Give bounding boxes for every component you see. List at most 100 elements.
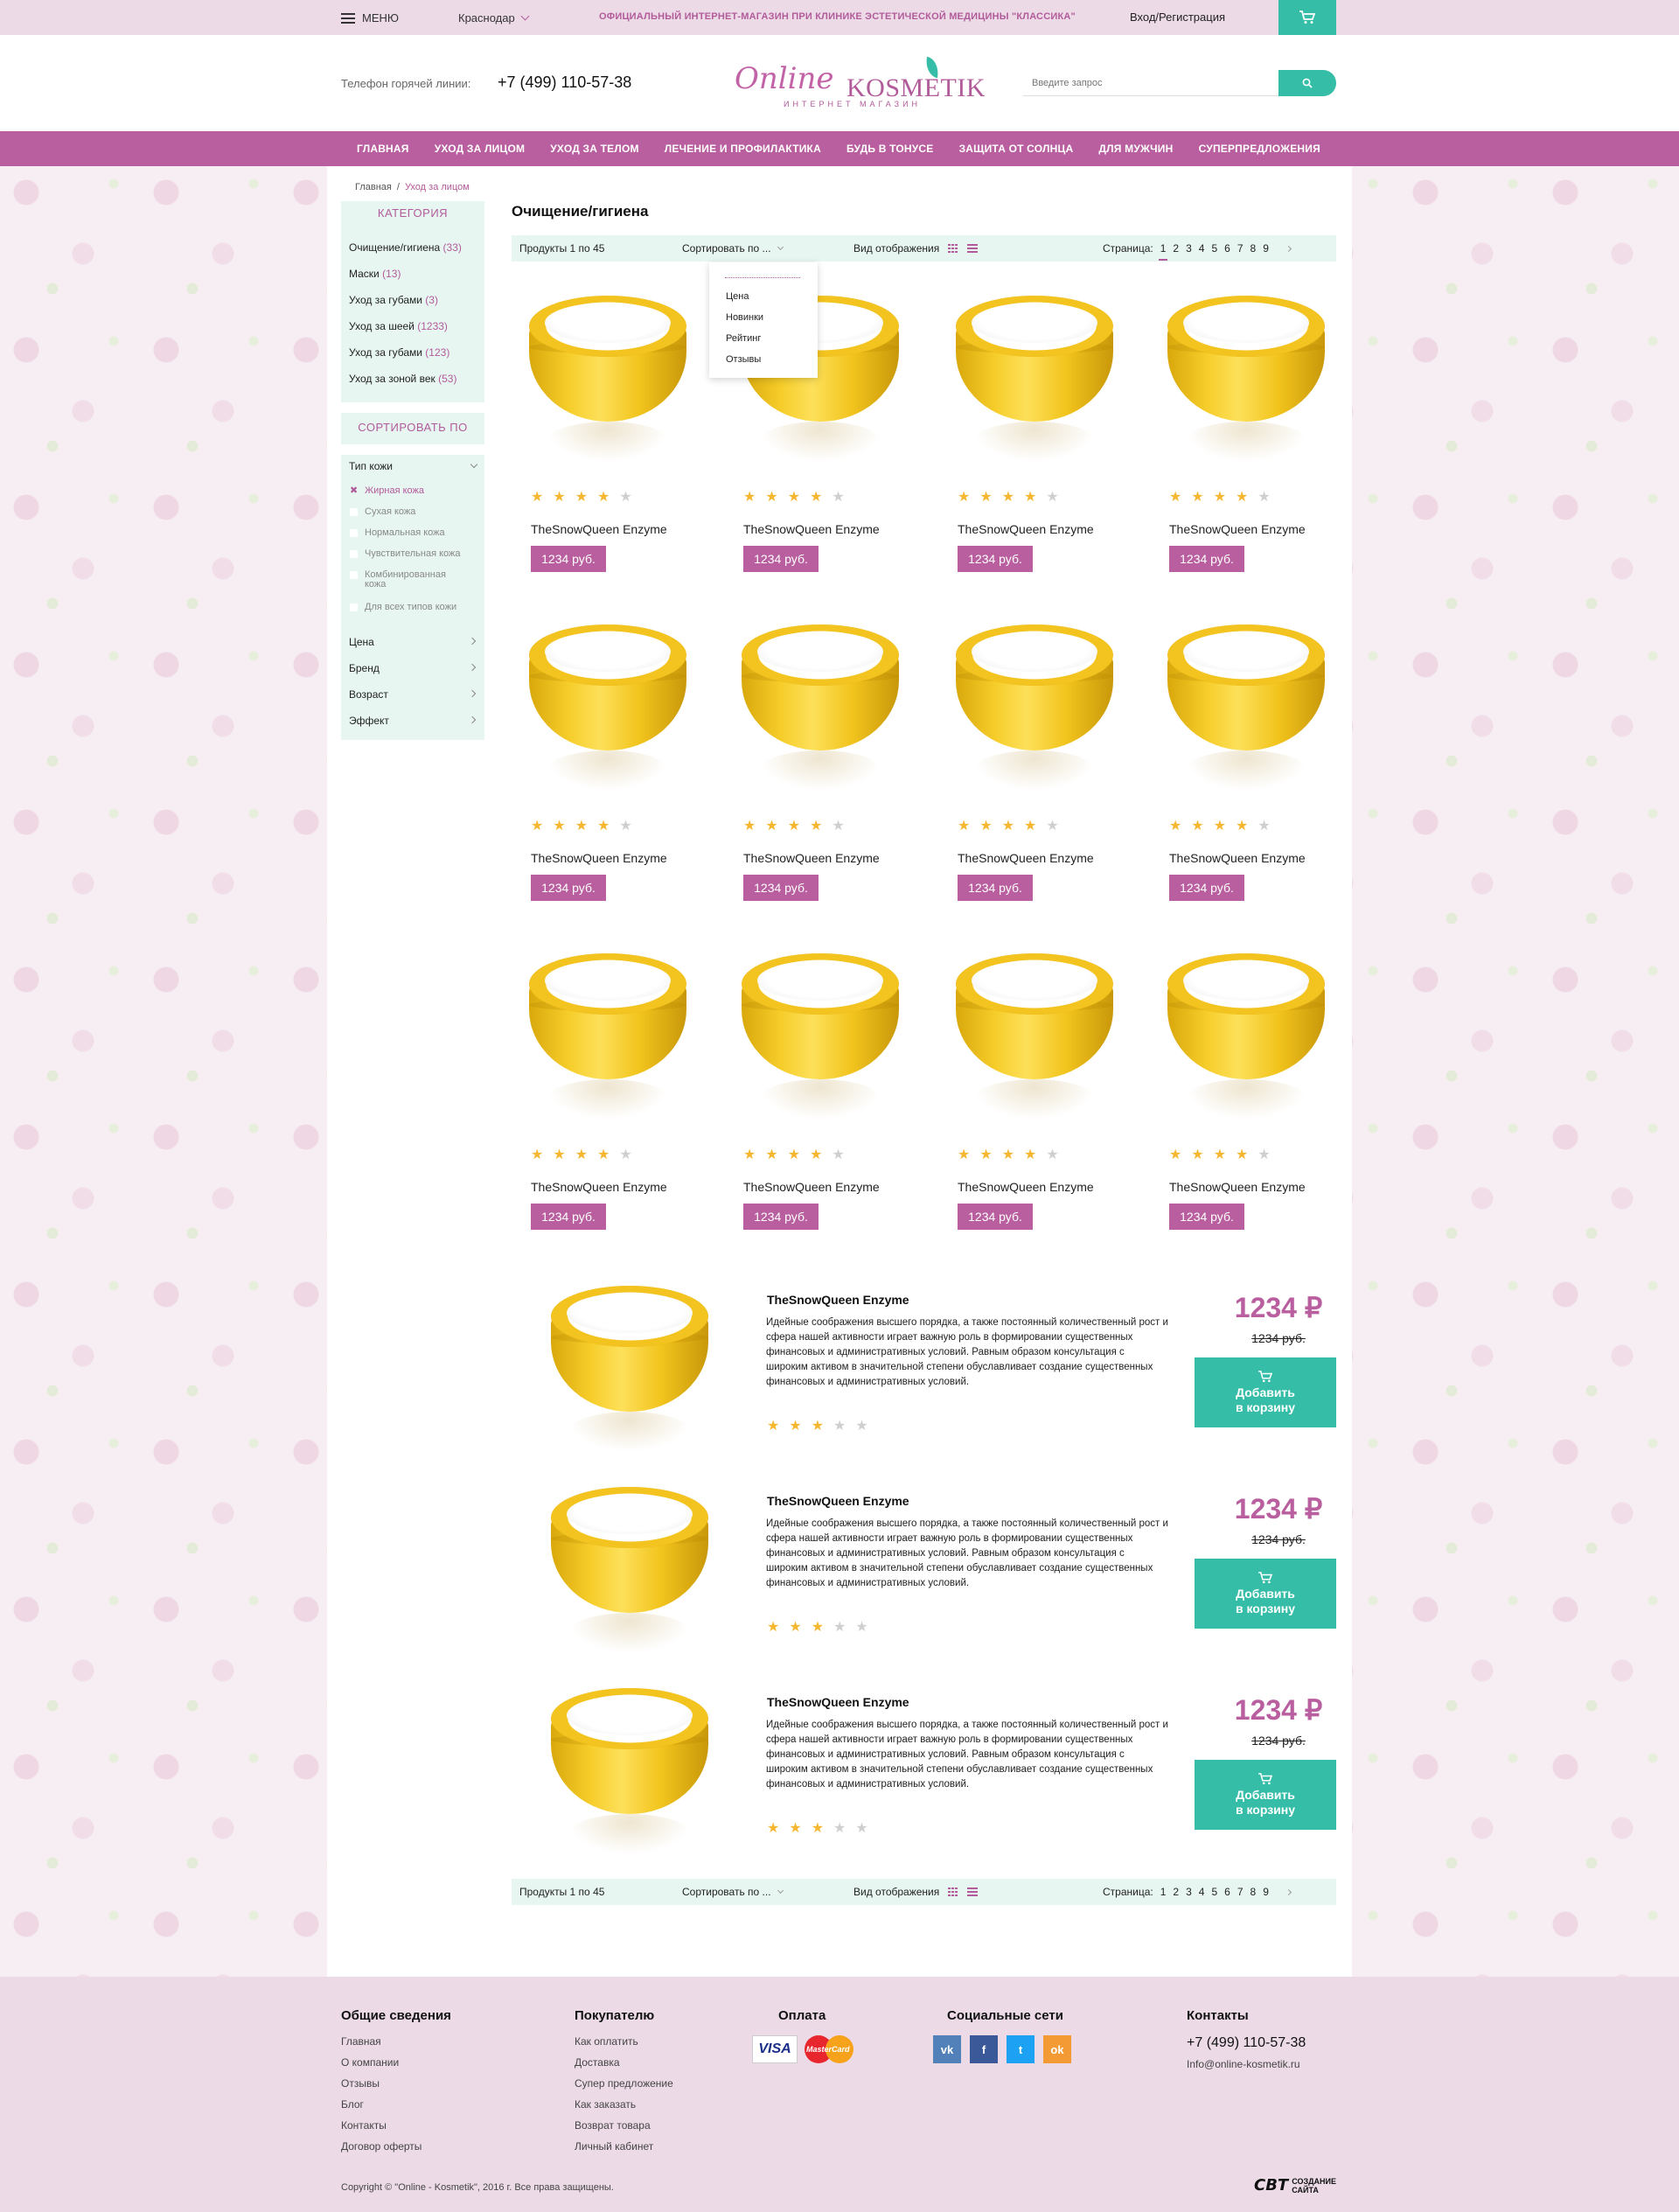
product-image[interactable] <box>529 953 686 1120</box>
product-name[interactable]: TheSnowQueen Enzyme <box>743 522 880 536</box>
product-price[interactable]: 1234 руб. <box>743 875 819 901</box>
footer-link[interactable]: Блог <box>341 2098 451 2119</box>
filter-brand[interactable]: Бренд <box>349 662 477 674</box>
grid-view-icon[interactable] <box>948 1888 959 1896</box>
product-image[interactable] <box>742 625 899 791</box>
footer-link[interactable]: Доставка <box>575 2056 673 2077</box>
product-image[interactable] <box>956 296 1113 462</box>
page-link[interactable]: 5 <box>1211 1886 1217 1898</box>
footer-link[interactable]: Договор оферты <box>341 2140 451 2161</box>
checkbox[interactable] <box>350 529 358 537</box>
product-price[interactable]: 1234 руб. <box>958 546 1033 572</box>
product-image[interactable] <box>956 625 1113 791</box>
sort-dropdown[interactable]: Сортировать по ... <box>682 1886 784 1898</box>
page-link[interactable]: 4 <box>1199 1886 1205 1898</box>
product-card[interactable]: ★ ★ ★ ★ ★ TheSnowQueen Enzyme 1234 руб. <box>512 953 686 1268</box>
nav-item-tone[interactable]: БУДЬ В ТОНУСЕ <box>846 143 933 155</box>
product-image[interactable] <box>1167 625 1325 791</box>
footer-link[interactable]: Контакты <box>341 2119 451 2140</box>
product-image[interactable] <box>742 953 899 1120</box>
page-link[interactable]: 2 <box>1173 242 1179 255</box>
nav-item-super-offers[interactable]: СУПЕРПРЕДЛОЖЕНИЯ <box>1199 143 1320 155</box>
product-name[interactable]: TheSnowQueen Enzyme <box>1169 522 1306 536</box>
product-price[interactable]: 1234 руб. <box>531 1204 606 1230</box>
filter-effect[interactable]: Эффект <box>349 715 477 727</box>
footer-link[interactable]: Главная <box>341 2035 451 2056</box>
product-price[interactable]: 1234 руб. <box>743 1204 819 1230</box>
breadcrumb-current[interactable]: Уход за лицом <box>405 182 470 192</box>
hotline-phone[interactable]: +7 (499) 110-57-38 <box>498 73 631 92</box>
product-image[interactable] <box>551 1688 708 1854</box>
checkbox[interactable] <box>350 550 358 558</box>
product-card[interactable]: ★ ★ ★ ★ ★ TheSnowQueen Enzyme 1234 руб. <box>512 296 686 611</box>
twitter-icon[interactable]: t <box>1007 2035 1035 2063</box>
filter-age[interactable]: Возраст <box>349 688 477 701</box>
page-link[interactable]: 4 <box>1199 242 1205 255</box>
nav-item-home[interactable]: ГЛАВНАЯ <box>357 143 409 155</box>
page-link[interactable]: 9 <box>1263 1886 1269 1898</box>
skin-option[interactable]: Чувствительная кожа <box>350 549 481 559</box>
product-card[interactable]: ★ ★ ★ ★ ★ TheSnowQueen Enzyme 1234 руб. <box>1150 296 1325 611</box>
product-price[interactable]: 1234 руб. <box>1169 546 1244 572</box>
page-link[interactable]: 9 <box>1263 242 1269 255</box>
category-item[interactable]: Уход за губами (123) <box>349 346 462 373</box>
page-link[interactable]: 6 <box>1224 1886 1230 1898</box>
product-name[interactable]: TheSnowQueen Enzyme <box>531 522 667 536</box>
list-view-icon[interactable] <box>967 244 979 253</box>
add-to-cart-button[interactable]: Добавить в корзину <box>1195 1357 1336 1427</box>
footer-link[interactable]: Супер предложение <box>575 2077 673 2098</box>
grid-view-icon[interactable] <box>948 244 959 253</box>
product-name[interactable]: TheSnowQueen Enzyme <box>1169 851 1306 865</box>
footer-link[interactable]: Возврат товара <box>575 2119 673 2140</box>
search-input[interactable] <box>1023 70 1278 96</box>
category-item[interactable]: Маски (13) <box>349 268 462 294</box>
category-item[interactable]: Уход за шеей (1233) <box>349 320 462 346</box>
list-view-icon[interactable] <box>967 1888 979 1896</box>
page-link[interactable]: 3 <box>1186 1886 1192 1898</box>
nav-item-face-care[interactable]: УХОД ЗА ЛИЦОМ <box>435 143 525 155</box>
site-logo[interactable]: Online KOSMETIK ИНТЕРНЕТ МАГАЗИН <box>735 54 986 115</box>
footer-link[interactable]: О компании <box>341 2056 451 2077</box>
filter-price[interactable]: Цена <box>349 636 477 648</box>
product-image[interactable] <box>529 296 686 462</box>
category-item[interactable]: Уход за зоной век (53) <box>349 373 462 399</box>
product-image[interactable] <box>529 625 686 791</box>
product-image[interactable] <box>551 1286 708 1452</box>
footer-link[interactable]: Личный кабинет <box>575 2140 673 2161</box>
add-to-cart-button[interactable]: Добавить в корзину <box>1195 1760 1336 1830</box>
product-name[interactable]: TheSnowQueen Enzyme <box>958 1180 1094 1194</box>
product-card[interactable]: ★ ★ ★ ★ ★ TheSnowQueen Enzyme 1234 руб. <box>1150 953 1325 1268</box>
footer-email[interactable]: Info@online-kosmetik.ru <box>1187 2058 1306 2070</box>
product-name[interactable]: TheSnowQueen Enzyme <box>767 1695 909 1709</box>
product-card[interactable]: ★ ★ ★ ★ ★ TheSnowQueen Enzyme 1234 руб. <box>724 625 899 939</box>
checkbox[interactable] <box>350 604 358 611</box>
page-link[interactable]: 1 <box>1160 1886 1167 1898</box>
footer-link[interactable]: Как оплатить <box>575 2035 673 2056</box>
sort-option-reviews[interactable]: Отзывы <box>726 354 763 375</box>
next-page-icon[interactable] <box>1285 1888 1292 1895</box>
product-price[interactable]: 1234 руб. <box>1169 875 1244 901</box>
studio-logo[interactable]: СВТ СОЗДАНИЕ САЙТА <box>1254 2176 1336 2195</box>
facebook-icon[interactable]: f <box>970 2035 998 2063</box>
product-name[interactable]: TheSnowQueen Enzyme <box>743 851 880 865</box>
page-link[interactable]: 3 <box>1186 242 1192 255</box>
page-link[interactable]: 8 <box>1251 1886 1257 1898</box>
skin-option[interactable]: Сухая кожа <box>350 507 481 517</box>
nav-item-body-care[interactable]: УХОД ЗА ТЕЛОМ <box>550 143 638 155</box>
footer-link[interactable]: Отзывы <box>341 2077 451 2098</box>
nav-item-for-men[interactable]: ДЛЯ МУЖЧИН <box>1098 143 1173 155</box>
breadcrumb-home[interactable]: Главная <box>355 182 392 192</box>
sort-option-new[interactable]: Новинки <box>726 312 763 333</box>
product-name[interactable]: TheSnowQueen Enzyme <box>958 522 1094 536</box>
product-name[interactable]: TheSnowQueen Enzyme <box>743 1180 880 1194</box>
product-name[interactable]: TheSnowQueen Enzyme <box>531 851 667 865</box>
product-name[interactable]: TheSnowQueen Enzyme <box>531 1180 667 1194</box>
page-link[interactable]: 2 <box>1173 1886 1179 1898</box>
product-name[interactable]: TheSnowQueen Enzyme <box>767 1494 909 1508</box>
vk-icon[interactable]: vk <box>933 2035 961 2063</box>
footer-phone[interactable]: +7 (499) 110-57-38 <box>1187 2035 1306 2051</box>
sort-option-price[interactable]: Цена <box>726 291 763 312</box>
product-name[interactable]: TheSnowQueen Enzyme <box>767 1293 909 1307</box>
skin-option[interactable]: Комбинированная кожа <box>350 570 463 590</box>
filter-skin-type[interactable]: Тип кожи <box>349 460 478 472</box>
